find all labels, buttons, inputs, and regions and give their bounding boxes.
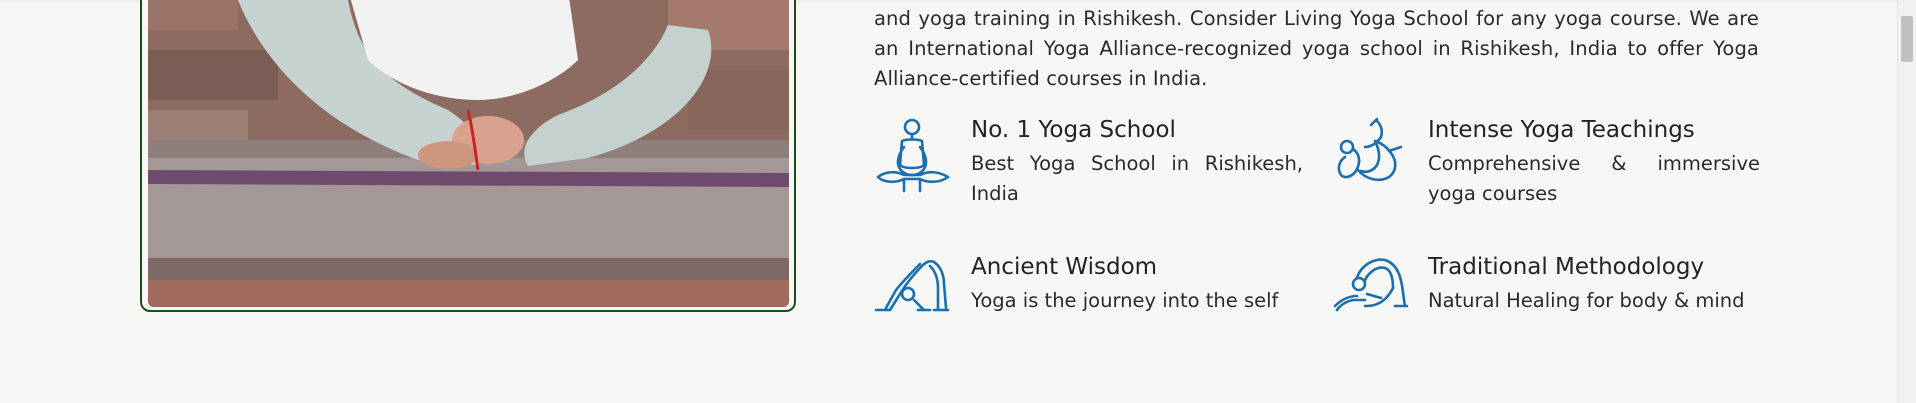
photo-card bbox=[140, 0, 796, 312]
feature-description: Natural Healing for body & mind bbox=[1428, 289, 1745, 312]
feature-title: Intense Yoga Teachings bbox=[1428, 117, 1695, 143]
downward-dog-pose-icon bbox=[874, 254, 952, 334]
feature-description: Comprehensive & immersive yoga courses bbox=[1428, 152, 1760, 205]
scrollbar-thumb[interactable] bbox=[1901, 16, 1913, 62]
feature-title: No. 1 Yoga School bbox=[971, 117, 1176, 143]
feature-description: Best Yoga School in Rishikesh, India bbox=[971, 152, 1303, 205]
bow-pose-icon bbox=[1331, 117, 1409, 197]
backbend-pose-icon bbox=[1331, 254, 1409, 334]
meditation-pose-icon bbox=[874, 117, 952, 197]
vertical-scrollbar[interactable] bbox=[1897, 0, 1916, 403]
feature-title: Traditional Methodology bbox=[1428, 254, 1705, 280]
intro-paragraph: and yoga training in Rishikesh. Consider… bbox=[874, 7, 1759, 90]
yoga-photo bbox=[148, 0, 789, 307]
feature-description: Yoga is the journey into the self bbox=[971, 289, 1279, 312]
page: and yoga training in Rishikesh. Consider… bbox=[0, 0, 1898, 403]
feature-title: Ancient Wisdom bbox=[971, 254, 1158, 280]
